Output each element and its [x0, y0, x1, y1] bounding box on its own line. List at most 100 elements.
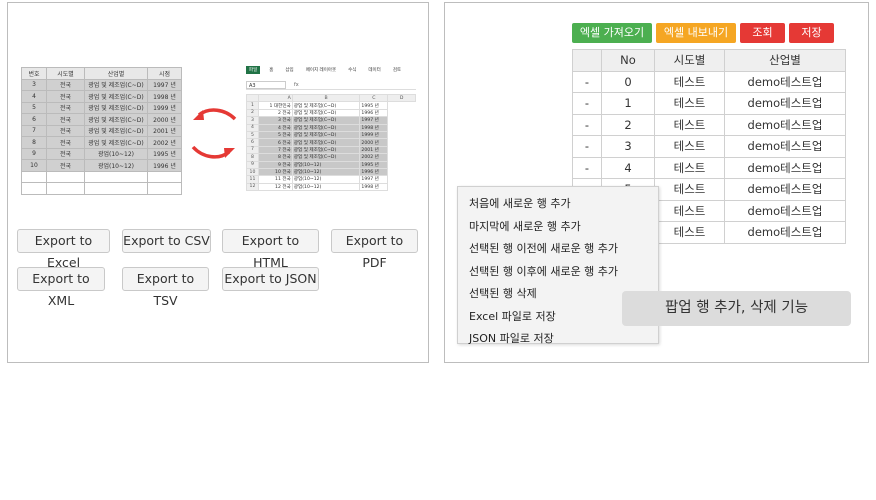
table-cell[interactable]: -: [572, 92, 602, 115]
ribbon-tab[interactable]: 삽입: [282, 66, 296, 74]
mini-grid-cell: 7: [21, 124, 47, 137]
spreadsheet-cell: 광업 및 제조업(C~D): [291, 138, 361, 147]
context-menu-item[interactable]: 처음에 새로운 행 추가: [458, 193, 658, 216]
export-pdf-button[interactable]: Export to PDF: [331, 229, 418, 270]
table-cell[interactable]: demo테스트업: [724, 135, 846, 158]
mini-grid-cell: 전국: [46, 159, 85, 172]
spreadsheet-cell: 2002 년: [359, 153, 389, 162]
spreadsheet-row: 33 전국 광업 및 제조업(C~D) 1997 년: [246, 116, 416, 125]
mini-grid-empty-row: [21, 182, 182, 195]
table-cell[interactable]: 테스트: [654, 92, 725, 115]
ribbon-tab[interactable]: 홈: [266, 66, 276, 74]
table-cell[interactable]: -: [572, 156, 602, 179]
table-row[interactable]: -4 테스트 demo테스트업: [572, 156, 846, 179]
ribbon-tab[interactable]: 파일: [246, 65, 261, 74]
table-cell[interactable]: 테스트: [654, 113, 725, 136]
table-cell[interactable]: demo테스트업: [724, 199, 846, 222]
context-menu-item[interactable]: 선택된 행 이전에 새로운 행 추가: [458, 238, 658, 261]
column-header: D: [387, 93, 416, 103]
spreadsheet-row: 11 11 전국 광업(10~12) 1997 년: [246, 175, 416, 184]
table-row[interactable]: -0 테스트 demo테스트업: [572, 70, 846, 93]
mini-data-grid: 번호 시도별 산업별 시점 3 전국 광업 및 제조업(C~D) 1997 년 4 전국 광…: [21, 67, 182, 195]
table-cell[interactable]: demo테스트업: [724, 221, 846, 244]
arrow-right-icon: [191, 145, 235, 159]
table-cell[interactable]: 0: [601, 70, 655, 93]
table-row[interactable]: -2 테스트 demo테스트업: [572, 113, 846, 136]
mini-grid-cell: [147, 182, 182, 195]
table-cell[interactable]: 테스트: [654, 221, 725, 244]
spreadsheet-cell: 광업(10~12): [291, 167, 361, 177]
ribbon-tab[interactable]: 검토: [390, 66, 404, 74]
spreadsheet-cell: 1997 년: [359, 175, 389, 184]
mini-grid-cell: 8: [21, 136, 47, 149]
table-cell[interactable]: 테스트: [654, 199, 725, 222]
mini-grid-cell: 3: [21, 78, 47, 91]
mini-grid-cell: 5: [21, 101, 47, 114]
table-row[interactable]: -1 테스트 demo테스트업: [572, 92, 846, 115]
table-cell[interactable]: demo테스트업: [724, 178, 846, 201]
table-cell[interactable]: demo테스트업: [724, 92, 846, 115]
table-cell[interactable]: 테스트: [654, 156, 725, 179]
mini-grid-cell: 광업 및 제조업(C~D): [84, 90, 148, 103]
table-cell[interactable]: 1: [601, 92, 655, 115]
table-cell[interactable]: 테스트: [654, 135, 725, 158]
table-cell[interactable]: -: [572, 70, 602, 93]
ribbon-tab[interactable]: 수식: [345, 66, 359, 74]
export-tsv-button[interactable]: Export to TSV: [122, 267, 209, 308]
fx-icon: fx: [294, 81, 299, 88]
spreadsheet-cell: 1995 년: [359, 101, 389, 110]
search-button[interactable]: 조회: [740, 23, 785, 43]
ribbon-tab[interactable]: 페이지 레이아웃: [303, 66, 339, 74]
context-menu-item[interactable]: 마지막에 새로운 행 추가: [458, 216, 658, 239]
grid-demo-panel: 엑셀 가져오기 엑셀 내보내기 조회 저장 No 시도별 산업별 -0 테스트 de…: [444, 2, 869, 363]
row-number: 4: [246, 123, 259, 132]
grid-header[interactable]: 산업별: [724, 49, 846, 72]
context-menu-item[interactable]: 선택된 행 이후에 새로운 행 추가: [458, 261, 658, 284]
mini-grid-cell: [84, 170, 148, 183]
spreadsheet-row: 22 전국 광업 및 제조업(C~D) 1996 년: [246, 108, 416, 118]
spreadsheet-cell: 1997 년: [359, 116, 389, 125]
mini-grid-cell: 광업 및 제조업(C~D): [84, 113, 148, 126]
grid-header[interactable]: No: [601, 49, 655, 72]
mini-grid-cell: 전국: [46, 124, 85, 137]
cell-reference: A3: [246, 80, 286, 89]
spreadsheet-cell: 2000 년: [359, 138, 389, 147]
table-row[interactable]: -3 테스트 demo테스트업: [572, 135, 846, 158]
table-cell[interactable]: -: [572, 113, 602, 136]
context-menu-item[interactable]: JSON 파일로 저장: [458, 328, 658, 351]
ribbon-tab[interactable]: 데이터: [365, 66, 383, 74]
mini-grid-cell: 1995 년: [147, 147, 182, 160]
mini-grid-cell: 광업 및 제조업(C~D): [84, 124, 148, 137]
export-csv-button[interactable]: Export to CSV: [122, 229, 211, 253]
spreadsheet-cell: 1 대한민국: [257, 101, 293, 110]
table-cell[interactable]: demo테스트업: [724, 113, 846, 136]
mini-grid-row: 3 전국 광업 및 제조업(C~D) 1997 년: [21, 78, 182, 91]
export-xml-button[interactable]: Export to XML: [17, 267, 105, 308]
excel-export-button[interactable]: 엑셀 내보내기: [656, 23, 736, 43]
mini-grid-cell: 전국: [46, 90, 85, 103]
table-cell[interactable]: 4: [601, 156, 655, 179]
table-cell[interactable]: 테스트: [654, 70, 725, 93]
table-cell[interactable]: 테스트: [654, 178, 725, 201]
spreadsheet-cell: 광업 및 제조업(C~D): [291, 101, 361, 110]
save-button[interactable]: 저장: [789, 23, 834, 43]
mini-grid-cell: 전국: [46, 78, 85, 91]
table-cell[interactable]: -: [572, 135, 602, 158]
export-json-button[interactable]: Export to JSON: [222, 267, 319, 291]
mini-grid-row: 9 전국 광업(10~12) 1995 년: [21, 147, 182, 160]
mini-grid-row: 6 전국 광업 및 제조업(C~D) 2000 년: [21, 113, 182, 126]
table-cell[interactable]: 2: [601, 113, 655, 136]
row-number: 6: [246, 138, 259, 147]
mini-grid-cell: 전국: [46, 147, 85, 160]
spreadsheet-cell: 6 전국: [257, 138, 293, 147]
export-html-button[interactable]: Export to HTML: [222, 229, 319, 270]
table-cell[interactable]: demo테스트업: [724, 156, 846, 179]
grid-header[interactable]: 시도별: [654, 49, 725, 72]
spreadsheet-cell: 광업(10~12): [291, 160, 361, 169]
table-cell[interactable]: 3: [601, 135, 655, 158]
spreadsheet-cell: 7 전국: [257, 145, 293, 155]
export-excel-button[interactable]: Export to Excel: [17, 229, 110, 270]
table-cell[interactable]: demo테스트업: [724, 70, 846, 93]
corner-cell: [246, 93, 259, 103]
excel-import-button[interactable]: 엑셀 가져오기: [572, 23, 652, 43]
